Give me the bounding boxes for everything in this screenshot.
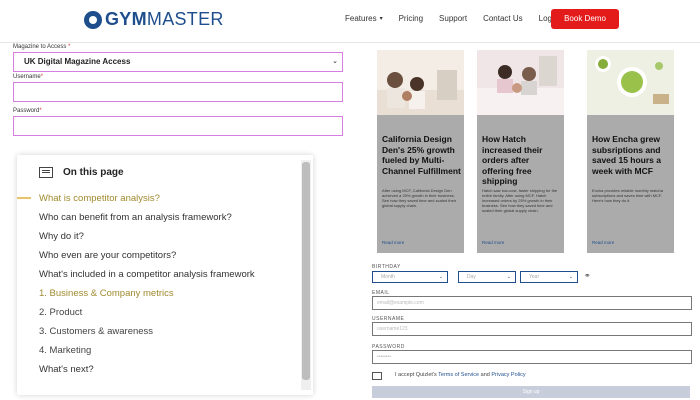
username-input[interactable] <box>13 82 343 102</box>
table-of-contents: On this page What is competitor analysis… <box>17 155 313 395</box>
day-select[interactable]: Day ⌄ <box>458 271 516 283</box>
case-study-card[interactable]: California Design Den's 25% growth fuele… <box>377 50 464 253</box>
case-study-card[interactable]: How Encha grew subsriptions and saved 15… <box>587 50 674 253</box>
read-more-link[interactable]: Read more <box>382 240 404 245</box>
toc-header: On this page <box>39 167 124 178</box>
card-photo-matcha <box>587 50 674 115</box>
toc-item[interactable]: Why do it? <box>39 231 299 242</box>
link-icon: ⚭ <box>584 271 591 280</box>
card-description: Encha provides reliable monthly matcha s… <box>592 188 663 203</box>
nav-features[interactable]: Features ▾ <box>345 14 383 23</box>
logo-icon <box>84 10 102 29</box>
birthday-label: BIRTHDAY <box>372 264 401 270</box>
card-description: Hatch saw low-cost, faster shipping for … <box>482 188 558 213</box>
main-nav: Features ▾ Pricing Support Contact Us Log… <box>345 14 574 23</box>
nav-support[interactable]: Support <box>439 14 467 23</box>
read-more-link[interactable]: Read more <box>592 240 614 245</box>
toc-item[interactable]: What's included in a competitor analysis… <box>39 269 299 280</box>
signup-button[interactable]: Sign up <box>372 386 690 398</box>
scrollbar-thumb[interactable] <box>302 162 310 380</box>
terms-link[interactable]: Terms of Service <box>438 372 479 378</box>
magazine-login-form: Magazine to Access * UK Digital Magazine… <box>13 44 343 142</box>
toc-item[interactable]: What is competitor analysis? <box>39 193 299 204</box>
toc-item[interactable]: Who can benefit from an analysis framewo… <box>39 212 299 223</box>
toc-list: What is competitor analysis? Who can ben… <box>39 193 299 383</box>
password-input[interactable]: •••••••• <box>372 350 692 364</box>
toc-item[interactable]: 2. Product <box>39 307 299 318</box>
list-icon <box>39 167 53 178</box>
privacy-link[interactable]: Privacy Policy <box>491 372 525 378</box>
accept-terms-text: I accept Quizlet's Terms of Service and … <box>395 372 526 378</box>
card-title: How Hatch increased their orders after o… <box>482 134 543 186</box>
chevron-down-icon: ⌄ <box>438 274 443 280</box>
brand-name-bold: GYM <box>105 9 147 29</box>
signup-form: BIRTHDAY Month ⌄ Day ⌄ Year ⌄ ⚭ EMAIL email… <box>362 260 700 400</box>
card-photo-family-bed <box>477 50 564 115</box>
gymmaster-logo[interactable]: GYMMASTER <box>84 9 224 30</box>
username-label: Username <box>13 74 41 80</box>
toc-item[interactable]: Who even are your competitors? <box>39 250 299 261</box>
month-select[interactable]: Month ⌄ <box>372 271 448 283</box>
book-demo-button[interactable]: Book Demo <box>551 9 619 29</box>
brand-name-thin: MASTER <box>146 9 224 29</box>
password-input[interactable] <box>13 116 343 136</box>
required-mark: * <box>39 108 42 114</box>
required-mark: * <box>68 44 71 50</box>
chevron-down-icon: ⌄ <box>332 58 338 65</box>
toc-title: On this page <box>63 167 124 178</box>
toc-item[interactable]: 4. Marketing <box>39 345 299 356</box>
chevron-down-icon: ▾ <box>379 16 383 22</box>
password-label: Password <box>13 108 40 114</box>
card-description: After using MCF, California Design Den a… <box>382 188 457 208</box>
active-marker <box>17 197 31 199</box>
year-select[interactable]: Year ⌄ <box>520 271 578 283</box>
card-photo-family <box>377 50 464 115</box>
magazine-label: Magazine to Access <box>13 44 67 50</box>
accept-terms-checkbox[interactable] <box>372 372 382 380</box>
card-title: California Design Den's 25% growth fuele… <box>382 134 461 176</box>
toc-item[interactable]: 3. Customers & awareness <box>39 326 299 337</box>
magazine-select[interactable]: UK Digital Magazine Access ⌄ <box>13 52 343 72</box>
email-input[interactable]: email@example.com <box>372 296 692 310</box>
magazine-select-value: UK Digital Magazine Access <box>24 57 131 66</box>
case-study-cards: California Design Den's 25% growth fuele… <box>362 44 700 260</box>
username-input[interactable]: username123 <box>372 322 692 336</box>
nav-contact-us[interactable]: Contact Us <box>483 14 523 23</box>
toc-item[interactable]: 1. Business & Company metrics <box>39 288 299 299</box>
card-title: How Encha grew subsriptions and saved 15… <box>592 134 661 176</box>
chevron-down-icon: ⌄ <box>506 274 511 280</box>
read-more-link[interactable]: Read more <box>482 240 504 245</box>
required-mark: * <box>40 74 44 80</box>
toc-item[interactable]: What's next? <box>39 364 299 375</box>
nav-pricing[interactable]: Pricing <box>399 14 423 23</box>
chevron-down-icon: ⌄ <box>568 274 573 280</box>
case-study-card[interactable]: How Hatch increased their orders after o… <box>477 50 564 253</box>
site-header: GYMMASTER Features ▾ Pricing Support Cont… <box>0 0 700 43</box>
